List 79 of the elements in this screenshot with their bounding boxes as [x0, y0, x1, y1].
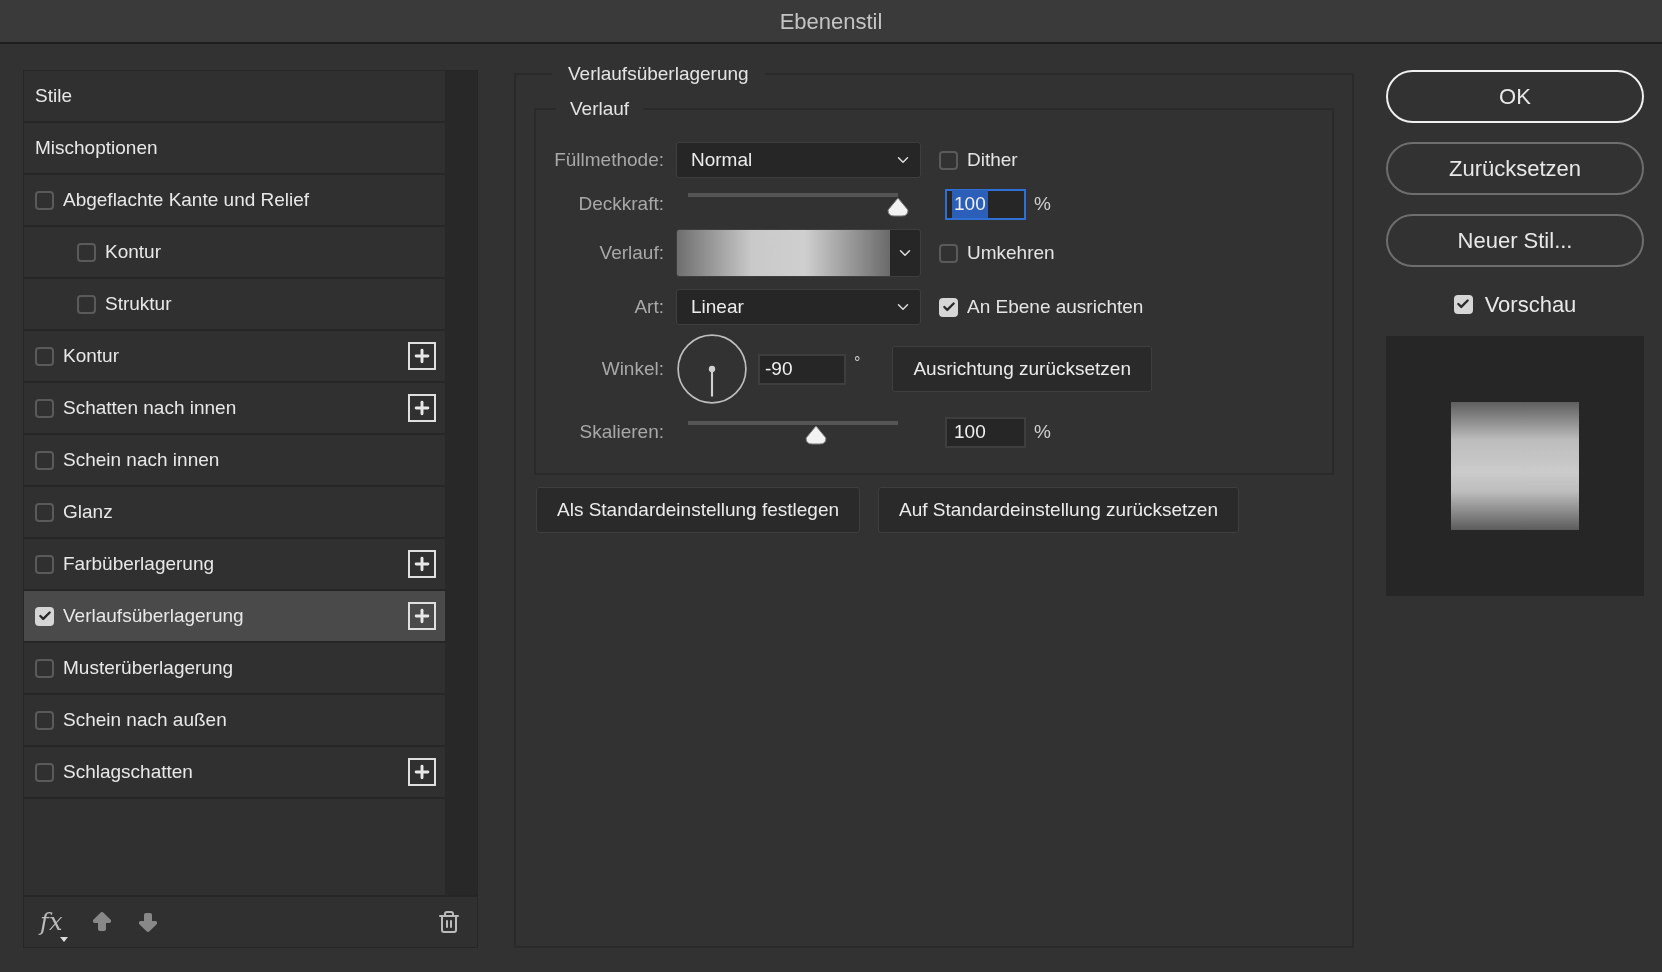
field-label: Skalieren: [579, 419, 664, 444]
checkbox[interactable] [35, 554, 54, 574]
add-button[interactable] [408, 602, 436, 630]
style-list-item[interactable]: Verlaufsüberlagerung [24, 591, 445, 643]
checkbox[interactable] [35, 762, 54, 782]
checkbox-label: An Ebene ausrichten [967, 294, 1144, 319]
checkbox[interactable] [939, 297, 958, 317]
add-button[interactable] [408, 550, 436, 578]
style-label: Schein nach innen [63, 447, 220, 472]
unit-label: % [1034, 191, 1051, 216]
style-label: Kontur [63, 343, 119, 368]
check-icon [1456, 297, 1471, 311]
dialog-button[interactable]: OK [1386, 70, 1644, 123]
style-label: Kontur [105, 239, 161, 264]
checkbox-label: Umkehren [967, 240, 1055, 265]
number-field[interactable]: 100 [945, 416, 1026, 448]
style-label: Schatten nach innen [63, 395, 237, 420]
unit-label: % [1034, 419, 1051, 444]
style-label: Farbüberlagerung [63, 551, 215, 576]
checkbox[interactable] [35, 398, 54, 418]
checkbox[interactable] [35, 710, 54, 730]
checkbox[interactable] [35, 658, 54, 678]
checkbox[interactable] [1453, 294, 1473, 314]
dropdown[interactable]: Normal [676, 142, 921, 178]
dropdown[interactable]: Linear [676, 289, 921, 325]
fx-button[interactable]: fx [40, 904, 69, 940]
plus-icon [412, 554, 432, 574]
angle-dial[interactable] [676, 333, 748, 405]
style-label: Musterüberlagerung [63, 655, 234, 680]
number-field[interactable]: 100 [945, 188, 1026, 220]
plus-icon [412, 398, 432, 418]
checkbox[interactable] [35, 346, 54, 366]
checkbox[interactable] [939, 243, 958, 263]
group-title: Verlaufsüberlagerung [567, 62, 750, 86]
checkbox[interactable] [35, 190, 54, 210]
field-label: Füllmethode: [554, 147, 664, 172]
style-label: Abgeflachte Kante und Relief [63, 187, 310, 212]
checkbox[interactable] [35, 606, 54, 626]
group-title: Verlauf [569, 96, 631, 121]
default-settings-button[interactable]: Auf Standardeinstellung zurücksetzen [878, 487, 1239, 533]
field-label: Art: [634, 294, 664, 319]
style-label: Schlagschatten [63, 759, 193, 784]
checkbox[interactable] [77, 294, 96, 314]
default-settings-button[interactable]: Als Standardeinstellung festlegen [536, 487, 861, 533]
slider-thumb[interactable] [887, 197, 909, 217]
style-label: Schein nach außen [63, 707, 227, 732]
field-label: Verlauf: [599, 240, 664, 265]
trash-icon[interactable] [437, 910, 461, 934]
style-label: Glanz [63, 499, 113, 524]
angle-field[interactable]: -90 [758, 353, 846, 385]
preview-label: Vorschau [1484, 290, 1577, 319]
field-label: Deckkraft: [578, 191, 664, 216]
selected-value-text: 100 [953, 419, 987, 444]
gradient-picker[interactable] [676, 229, 921, 277]
style-label: Stile [35, 83, 72, 108]
style-label: Struktur [105, 291, 172, 316]
plus-icon [412, 762, 432, 782]
check-icon [37, 609, 52, 623]
add-button[interactable] [408, 394, 436, 422]
dialog-button[interactable]: Neuer Stil... [1386, 214, 1644, 267]
slider-thumb[interactable] [805, 425, 828, 445]
add-button[interactable] [408, 342, 436, 370]
check-icon [941, 300, 956, 314]
checkbox[interactable] [35, 502, 54, 522]
reset-alignment-button[interactable]: Ausrichtung zurücksetzen [892, 346, 1152, 392]
style-label: Verlaufsüberlagerung [63, 603, 244, 628]
window-title: Ebenenstil [779, 7, 883, 36]
checkbox-label: Dither [967, 147, 1018, 172]
plus-icon [412, 606, 432, 626]
style-label: Mischoptionen [35, 135, 158, 160]
checkbox[interactable] [77, 242, 96, 262]
degree-label: ° [854, 353, 861, 373]
checkbox[interactable] [35, 450, 54, 470]
field-label: Winkel: [601, 356, 664, 381]
checkbox[interactable] [939, 150, 958, 170]
dialog-button[interactable]: Zurücksetzen [1386, 142, 1644, 195]
selected-value-text: 100 [952, 189, 988, 219]
plus-icon [412, 346, 432, 366]
add-button[interactable] [408, 758, 436, 786]
